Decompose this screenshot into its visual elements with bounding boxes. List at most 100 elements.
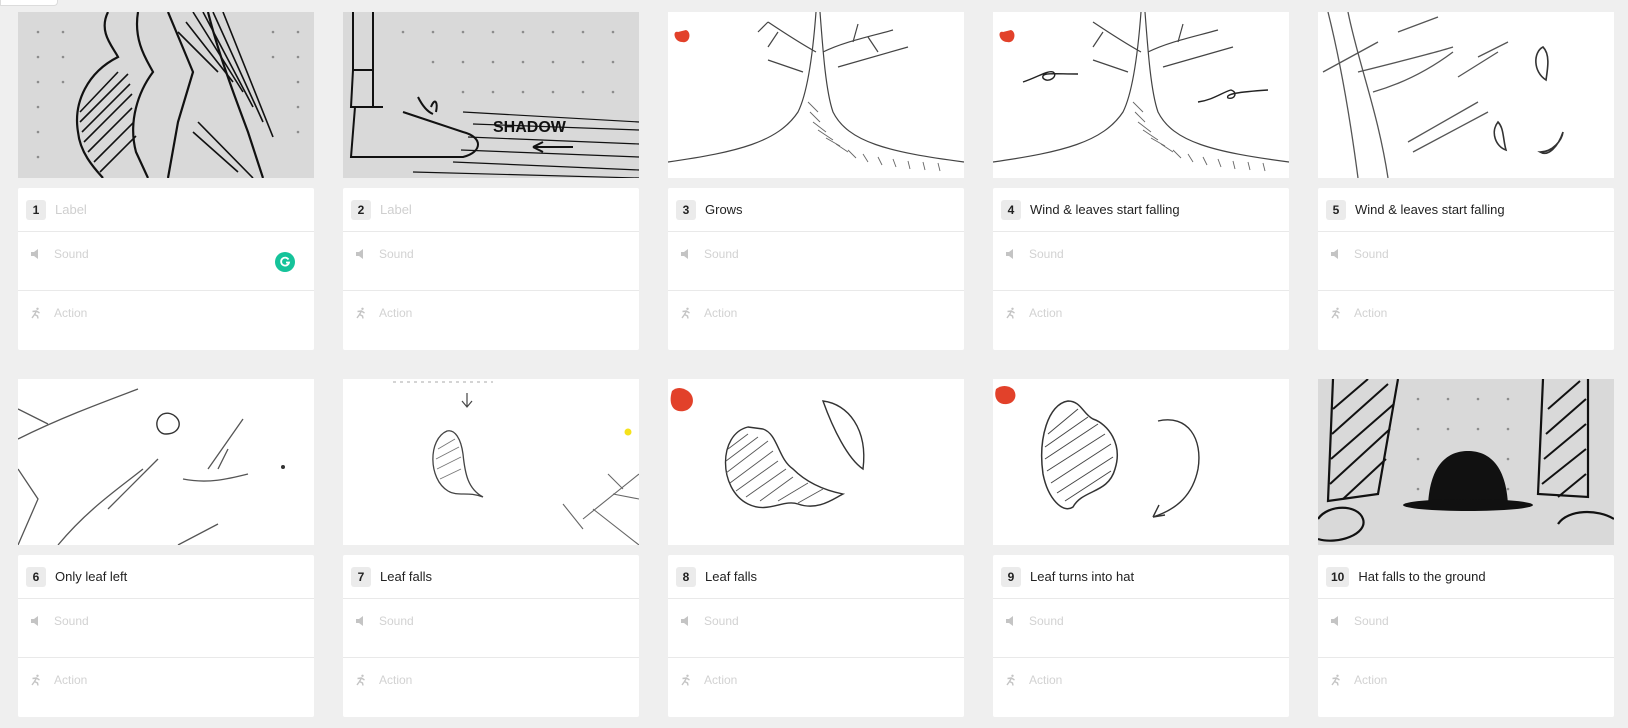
frame-label[interactable]: Only leaf left (55, 569, 127, 584)
red-marker (670, 388, 693, 412)
label-row[interactable]: 6 Only leaf left (18, 555, 314, 599)
speaker-icon (1330, 615, 1342, 627)
action-field[interactable]: Action (704, 306, 737, 320)
frame-image-4[interactable] (993, 12, 1289, 178)
curled-leaf-sketch (670, 388, 865, 509)
frame-card-6[interactable]: 6 Only leaf left Sound Action (18, 379, 314, 717)
action-row[interactable]: Action (668, 658, 964, 717)
sound-field[interactable]: Sound (704, 614, 739, 628)
bare-branches-sketch (18, 388, 285, 545)
frame-label[interactable]: Wind & leaves start falling (1030, 202, 1180, 217)
sound-row[interactable]: Sound (1318, 599, 1614, 658)
sound-field[interactable]: Sound (379, 247, 414, 261)
running-person-icon (1005, 307, 1017, 319)
frame-number: 2 (351, 199, 371, 220)
sound-row[interactable]: Sound (343, 232, 639, 291)
frame-image-9[interactable] (993, 379, 1289, 545)
action-field[interactable]: Action (1029, 306, 1062, 320)
action-row[interactable]: Action (1318, 291, 1614, 350)
frame-number: 3 (676, 199, 696, 220)
frame-number: 7 (351, 566, 371, 587)
label-row[interactable]: 8 Leaf falls (668, 555, 964, 599)
action-field[interactable]: Action (54, 306, 87, 320)
label-row[interactable]: 4 Wind & leaves start falling (993, 188, 1289, 232)
sound-row[interactable]: Sound (18, 232, 314, 291)
action-row[interactable]: Action (1318, 658, 1614, 717)
label-row[interactable]: 3 Grows (668, 188, 964, 232)
sound-field[interactable]: Sound (379, 614, 414, 628)
frame-image-3[interactable] (668, 12, 964, 178)
frame-image-6[interactable] (18, 379, 314, 545)
running-person-icon (355, 674, 367, 686)
action-field[interactable]: Action (1354, 306, 1387, 320)
frame-label[interactable]: Label (380, 202, 412, 217)
label-row[interactable]: 5 Wind & leaves start falling (1318, 188, 1614, 232)
sound-row[interactable]: Sound (668, 599, 964, 658)
action-row[interactable]: Action (343, 658, 639, 717)
frame-card-1[interactable]: 1 Label Sound Action (18, 12, 314, 350)
sound-field[interactable]: Sound (1029, 614, 1064, 628)
sound-field[interactable]: Sound (54, 247, 89, 261)
frame-details-3: 3 Grows Sound Action (668, 188, 964, 350)
frame-card-3[interactable]: 3 Grows Sound Action (668, 12, 964, 350)
grammarly-icon[interactable] (275, 252, 295, 272)
frame-label[interactable]: Leaf falls (705, 569, 757, 584)
single-leaf-sketch (393, 381, 639, 545)
sound-row[interactable]: Sound (993, 232, 1289, 291)
action-field[interactable]: Action (1354, 673, 1387, 687)
frame-image-10[interactable] (1318, 379, 1614, 545)
action-row[interactable]: Action (668, 291, 964, 350)
label-row[interactable]: 7 Leaf falls (343, 555, 639, 599)
sound-field[interactable]: Sound (1029, 247, 1064, 261)
frame-image-8[interactable] (668, 379, 964, 545)
sound-field[interactable]: Sound (1354, 614, 1389, 628)
frame-image-5[interactable] (1318, 12, 1614, 178)
sound-row[interactable]: Sound (668, 232, 964, 291)
action-field[interactable]: Action (379, 673, 412, 687)
action-field[interactable]: Action (54, 673, 87, 687)
frame-card-4[interactable]: 4 Wind & leaves start falling Sound Acti… (993, 12, 1289, 350)
feet-with-shadow-sketch: SHADOW (349, 12, 639, 178)
sound-field[interactable]: Sound (54, 614, 89, 628)
frame-image-1[interactable] (18, 12, 314, 178)
label-row[interactable]: 9 Leaf turns into hat (993, 555, 1289, 599)
speaker-icon (30, 248, 42, 260)
label-row[interactable]: 10 Hat falls to the ground (1318, 555, 1614, 599)
action-row[interactable]: Action (18, 291, 314, 350)
frame-label[interactable]: Leaf turns into hat (1030, 569, 1134, 584)
label-row[interactable]: 2 Label (343, 188, 639, 232)
frame-image-2[interactable]: SHADOW (343, 12, 639, 178)
frame-label[interactable]: Wind & leaves start falling (1355, 202, 1505, 217)
frame-label[interactable]: Grows (705, 202, 743, 217)
frame-card-10[interactable]: 10 Hat falls to the ground Sound Action (1318, 379, 1614, 717)
sound-row[interactable]: Sound (1318, 232, 1614, 291)
frame-number: 10 (1326, 566, 1350, 587)
frame-card-5[interactable]: 5 Wind & leaves start falling Sound Acti… (1318, 12, 1614, 350)
action-field[interactable]: Action (704, 673, 737, 687)
label-row[interactable]: 1 Label (18, 188, 314, 232)
action-field[interactable]: Action (1029, 673, 1062, 687)
frame-card-9[interactable]: 9 Leaf turns into hat Sound Action (993, 379, 1289, 717)
frame-card-8[interactable]: 8 Leaf falls Sound Action (668, 379, 964, 717)
action-field[interactable]: Action (379, 306, 412, 320)
sound-row[interactable]: Sound (343, 599, 639, 658)
action-row[interactable]: Action (18, 658, 314, 717)
running-person-icon (1330, 307, 1342, 319)
action-row[interactable]: Action (343, 291, 639, 350)
action-row[interactable]: Action (993, 291, 1289, 350)
sound-row[interactable]: Sound (993, 599, 1289, 658)
sound-row[interactable]: Sound (18, 599, 314, 658)
frame-card-2[interactable]: SHADOW 2 Label Sound Action (343, 12, 639, 350)
frame-details-2: 2 Label Sound Action (343, 188, 639, 350)
frame-card-7[interactable]: 7 Leaf falls Sound Action (343, 379, 639, 717)
sound-field[interactable]: Sound (704, 247, 739, 261)
frame-label[interactable]: Label (55, 202, 87, 217)
top-tab[interactable] (0, 0, 58, 6)
frame-label[interactable]: Hat falls to the ground (1358, 569, 1485, 584)
frame-label[interactable]: Leaf falls (380, 569, 432, 584)
frame-details-1: 1 Label Sound Action (18, 188, 314, 350)
frame-image-7[interactable] (343, 379, 639, 545)
sound-field[interactable]: Sound (1354, 247, 1389, 261)
leaf-to-hat-sketch (995, 386, 1200, 518)
action-row[interactable]: Action (993, 658, 1289, 717)
